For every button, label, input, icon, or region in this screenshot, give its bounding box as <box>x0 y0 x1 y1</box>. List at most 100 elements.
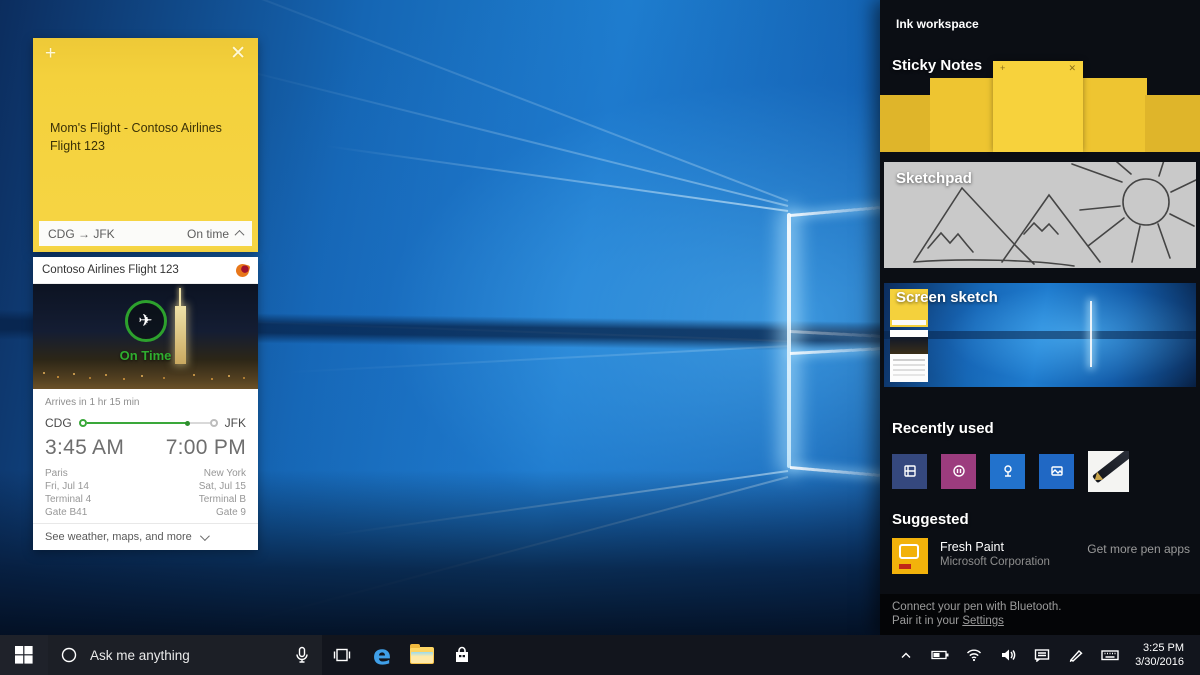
app-tile-3[interactable] <box>990 453 1025 489</box>
light-beam <box>166 50 789 207</box>
flight-times: 3:45 AM 7:00 PM <box>45 436 246 460</box>
cortana-icon <box>61 647 77 663</box>
recently-used-label: Recently used <box>892 420 994 437</box>
close-note-icon[interactable]: ✕ <box>230 44 246 63</box>
flight-card-title: Contoso Airlines Flight 123 <box>42 264 179 276</box>
add-note-icon[interactable]: + <box>45 44 56 63</box>
pairing-prefix: Pair it in your <box>892 615 963 627</box>
origin-date: Fri, Jul 14 <box>45 481 89 492</box>
search-input[interactable]: Ask me anything <box>48 635 322 675</box>
flight-route-label: CDG → JFK <box>48 226 115 241</box>
get-more-pen-apps-link[interactable]: Get more pen apps <box>1087 538 1190 556</box>
taskbar-apps: e <box>322 635 482 675</box>
app-tile-4[interactable] <box>1039 453 1074 489</box>
plane-icon: ✈ <box>124 300 167 342</box>
microphone-icon[interactable] <box>294 646 310 664</box>
pairing-text-line2: Pair it in your Settings <box>892 614 1188 628</box>
route-progress: CDG JFK <box>45 416 246 430</box>
status-text: On time <box>186 226 229 241</box>
app-tile-1[interactable] <box>892 453 927 489</box>
ink-workspace-panel: Ink workspace Sticky Notes + ✕ Sketchpad… <box>880 0 1200 635</box>
pen-tray-icon[interactable] <box>1063 635 1089 675</box>
ink-workspace-title: Ink workspace <box>896 17 979 31</box>
recently-used-tiles <box>892 450 1129 492</box>
clock-date: 3/30/2016 <box>1135 656 1184 668</box>
flight-info-card[interactable]: Contoso Airlines Flight 123 ✈ On Time Ar… <box>33 257 258 550</box>
canvas-icon <box>899 544 919 559</box>
destination-gate: Gate 9 <box>215 507 246 518</box>
sticky-note-flight-bar[interactable]: CDG → JFK On time <box>39 221 252 246</box>
origin-city: Paris <box>45 468 68 479</box>
action-center-icon[interactable] <box>1029 635 1055 675</box>
destination-ring <box>209 419 218 427</box>
chevron-down-icon <box>199 530 210 541</box>
wifi-icon[interactable] <box>961 635 987 675</box>
pairing-text-line1: Connect your pen with Bluetooth. <box>892 601 1062 613</box>
destination-code: JFK <box>224 416 246 430</box>
destination-city: New York <box>203 468 246 479</box>
origin-ring <box>78 419 87 427</box>
sticky-note-thumb-active: + ✕ <box>993 61 1083 152</box>
flight-status-label[interactable]: On time <box>186 226 245 241</box>
airport-info: Paris New York Fri, Jul 14 Sat, Jul 15 T… <box>45 467 246 519</box>
taskbar-clock[interactable]: 3:25 PM 3/30/2016 <box>1131 641 1192 669</box>
volume-icon[interactable] <box>995 635 1021 675</box>
light-beam <box>272 137 789 212</box>
suggested-app-name: Fresh Paint <box>940 540 1004 554</box>
arrival-time: 7:00 PM <box>165 436 246 459</box>
system-tray: 3:25 PM 3/30/2016 <box>893 635 1200 675</box>
screen-sketch-section-label: Screen sketch <box>896 289 998 306</box>
pen-pairing-footer: Connect your pen with Bluetooth. Pair it… <box>880 594 1200 635</box>
windows-logo-icon <box>15 646 33 664</box>
start-button[interactable] <box>0 635 48 675</box>
destination-terminal: Terminal B <box>198 494 246 505</box>
hidden-icons-chevron[interactable] <box>893 635 919 675</box>
flight-card-header: Contoso Airlines Flight 123 <box>33 257 258 284</box>
search-placeholder: Ask me anything <box>90 647 190 663</box>
flight-status-overlay: ✈ On Time <box>33 300 258 363</box>
mini-add-note-icon: + <box>1000 63 1006 73</box>
folder-icon <box>410 643 434 664</box>
destination-photo: ✈ On Time <box>33 284 258 389</box>
plane-glyph: ✈ <box>138 311 153 330</box>
mini-close-icon: ✕ <box>1068 63 1076 73</box>
progress-complete <box>86 422 187 424</box>
clock-time: 3:25 PM <box>1143 642 1184 654</box>
origin-code: CDG <box>45 416 72 430</box>
fresh-paint-icon[interactable] <box>892 538 928 574</box>
app-tile-2[interactable] <box>941 453 976 489</box>
see-more-text: See weather, maps, and more <box>45 531 192 543</box>
airline-logo-icon <box>234 262 251 278</box>
edge-icon: e <box>372 639 392 671</box>
suggested-app-publisher: Microsoft Corporation <box>940 556 1050 568</box>
suggested-app-info[interactable]: Fresh Paint Microsoft Corporation <box>940 538 1050 568</box>
store-button[interactable] <box>442 635 482 675</box>
origin-gate: Gate B41 <box>45 507 88 518</box>
edge-browser-button[interactable]: e <box>362 635 402 675</box>
touch-keyboard-icon[interactable] <box>1097 635 1123 675</box>
store-bag-icon <box>456 646 468 662</box>
mini-flight-card <box>890 330 928 382</box>
light-beam <box>228 345 789 377</box>
see-more-link[interactable]: See weather, maps, and more <box>33 523 258 550</box>
windows-logo-glow <box>787 213 791 468</box>
mini-windows-logo <box>1089 301 1092 367</box>
departure-time: 3:45 AM <box>45 436 125 459</box>
suggested-app-row: Fresh Paint Microsoft Corporation Get mo… <box>892 538 1190 580</box>
pen-app-tile[interactable] <box>1088 450 1129 492</box>
file-explorer-button[interactable] <box>402 635 442 675</box>
task-view-button[interactable] <box>322 635 362 675</box>
battery-icon[interactable] <box>927 635 953 675</box>
sticky-notes-preview[interactable]: + ✕ <box>880 61 1200 154</box>
sticky-note-thumb <box>880 95 932 152</box>
sketchpad-section-label: Sketchpad <box>896 170 972 187</box>
sticky-note-text[interactable]: Mom's Flight - Contoso Airlines Flight 1… <box>50 120 244 155</box>
settings-link[interactable]: Settings <box>962 615 1004 627</box>
chevron-up-icon <box>234 229 245 240</box>
sticky-note-window[interactable]: + ✕ Mom's Flight - Contoso Airlines Flig… <box>33 38 258 252</box>
sticky-note-thumb <box>1081 78 1147 152</box>
taskbar: Ask me anything e 3:25 PM 3/30/2016 <box>0 635 1200 675</box>
flight-details: Arrives in 1 hr 15 min CDG JFK 3:45 AM 7… <box>33 389 258 519</box>
ontime-label: On Time <box>119 348 172 363</box>
arrival-countdown: Arrives in 1 hr 15 min <box>45 397 140 408</box>
